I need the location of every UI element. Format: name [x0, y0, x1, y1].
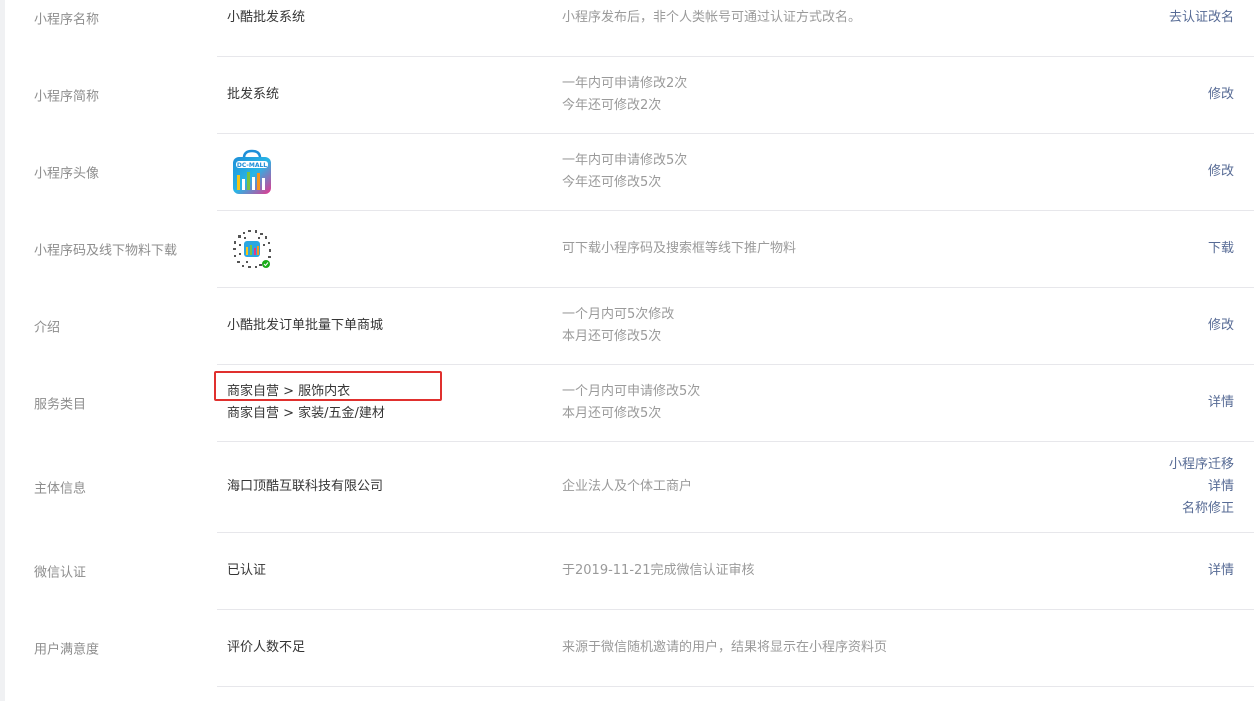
settings-panel: 小程序名称 小酷批发系统 小程序发布后，非个人类帐号可通过认证方式改名。 去认证…: [5, 0, 1254, 701]
value-wechat-cert: 已认证: [227, 560, 266, 582]
value-entity-text: 海口顶酷互联科技有限公司: [227, 479, 384, 494]
desc-line-2: 今年还可修改5次: [562, 175, 662, 190]
desc-entity: 企业法人及个体工商户: [562, 476, 692, 498]
value-short-name-text: 批发系统: [227, 87, 280, 102]
value-intro: 小酷批发订单批量下单商城: [227, 315, 383, 337]
desc-line-1: 来源于微信随机邀请的用户，结果将显示在小程序资料页: [562, 640, 888, 655]
value-category: 商家自营 > 服饰内衣 商家自营 > 家装/五金/建材: [227, 381, 385, 425]
desc-qrcode: 可下载小程序码及搜索框等线下推广物料: [562, 238, 796, 260]
mini-program-code-icon: [229, 226, 275, 272]
actions-name: 去认证改名: [1169, 7, 1234, 29]
desc-intro: 一个月内可5次修改 本月还可修改5次: [562, 304, 674, 348]
certify-rename-link[interactable]: 去认证改名: [1169, 7, 1234, 29]
row-name: 小程序名称 小酷批发系统 小程序发布后，非个人类帐号可通过认证方式改名。 去认证…: [5, 0, 1254, 57]
cert-details-link[interactable]: 详情: [1208, 560, 1234, 582]
desc-line-2: 本月还可修改5次: [562, 329, 662, 344]
row-short-name: 小程序简称 批发系统 一年内可申请修改2次 今年还可修改2次 修改: [5, 57, 1254, 134]
desc-wechat-cert: 于2019-11-21完成微信认证审核: [562, 560, 755, 582]
migrate-mini-program-link[interactable]: 小程序迁移: [1169, 454, 1234, 476]
value-satisfaction: 评价人数不足: [227, 637, 305, 659]
desc-line-1: 一年内可申请修改2次: [562, 76, 688, 91]
label-category: 服务类目: [34, 397, 87, 413]
actions-wechat-cert: 详情: [1208, 560, 1234, 582]
desc-short-name: 一年内可申请修改2次 今年还可修改2次: [562, 73, 687, 117]
row-satisfaction: 用户满意度 评价人数不足 来源于微信随机邀请的用户，结果将显示在小程序资料页: [5, 610, 1254, 687]
label-satisfaction: 用户满意度: [34, 642, 100, 658]
entity-details-link[interactable]: 详情: [1169, 476, 1234, 498]
desc-line-1: 于2019-11-21完成微信认证审核: [562, 563, 755, 578]
label-name: 小程序名称: [34, 12, 100, 28]
edit-avatar-link[interactable]: 修改: [1208, 161, 1234, 183]
row-qrcode: 小程序码及线下物料下载 可下载小程序码及搜索框等线下推广物料 下载: [5, 211, 1254, 288]
value-short-name: 批发系统: [227, 84, 279, 106]
value-entity: 海口顶酷互联科技有限公司: [227, 476, 383, 498]
label-avatar: 小程序头像: [34, 166, 100, 182]
value-wechat-cert-text: 已认证: [227, 563, 267, 578]
desc-line-1: 一个月内可申请修改5次: [562, 384, 701, 399]
desc-satisfaction: 来源于微信随机邀请的用户，结果将显示在小程序资料页: [562, 637, 887, 659]
desc-line-1: 可下载小程序码及搜索框等线下推广物料: [562, 241, 797, 256]
row-intro: 介绍 小酷批发订单批量下单商城 一个月内可5次修改 本月还可修改5次 修改: [5, 288, 1254, 365]
edit-intro-link[interactable]: 修改: [1208, 315, 1234, 337]
category-details-link[interactable]: 详情: [1208, 392, 1234, 414]
divider: [217, 686, 1254, 687]
label-intro: 介绍: [34, 320, 61, 336]
row-entity: 主体信息 海口顶酷互联科技有限公司 企业法人及个体工商户 小程序迁移 详情 名称…: [5, 442, 1254, 533]
desc-name-line: 小程序发布后，非个人类帐号可通过认证方式改名。: [562, 10, 862, 25]
label-wechat-cert: 微信认证: [34, 565, 87, 581]
value-intro-text: 小酷批发订单批量下单商城: [227, 318, 384, 333]
edit-short-name-link[interactable]: 修改: [1208, 84, 1234, 106]
value-name-text: 小酷批发系统: [227, 10, 306, 25]
label-entity: 主体信息: [34, 481, 87, 497]
desc-category: 一个月内可申请修改5次 本月还可修改5次: [562, 381, 700, 425]
actions-intro: 修改: [1208, 315, 1234, 337]
desc-line-2: 本月还可修改5次: [562, 406, 662, 421]
name-correction-link[interactable]: 名称修正: [1169, 498, 1234, 520]
app-avatar-image: DC-MALL: [233, 149, 271, 194]
actions-short-name: 修改: [1208, 84, 1234, 106]
category-item: 商家自营 > 服饰内衣: [227, 384, 351, 399]
row-avatar: 小程序头像 DC-MALL 一年内可申请修改5次 今年还可修改5次 修改: [5, 134, 1254, 211]
desc-line-2: 今年还可修改2次: [562, 98, 662, 113]
desc-name: 小程序发布后，非个人类帐号可通过认证方式改名。: [562, 7, 861, 29]
desc-line-1: 一个月内可5次修改: [562, 307, 675, 322]
value-satisfaction-text: 评价人数不足: [227, 640, 306, 655]
actions-qrcode: 下载: [1208, 238, 1234, 260]
row-wechat-cert: 微信认证 已认证 于2019-11-21完成微信认证审核 详情: [5, 533, 1254, 610]
value-name: 小酷批发系统: [227, 7, 305, 29]
category-item: 商家自营 > 家装/五金/建材: [227, 406, 385, 421]
actions-avatar: 修改: [1208, 161, 1234, 183]
label-short-name: 小程序简称: [34, 89, 100, 105]
download-link[interactable]: 下载: [1208, 238, 1234, 260]
actions-category: 详情: [1208, 392, 1234, 414]
desc-avatar: 一年内可申请修改5次 今年还可修改5次: [562, 150, 687, 194]
desc-line-1: 企业法人及个体工商户: [562, 479, 693, 494]
row-category: 服务类目 商家自营 > 服饰内衣 商家自营 > 家装/五金/建材 一个月内可申请…: [5, 365, 1254, 442]
desc-line-1: 一年内可申请修改5次: [562, 153, 688, 168]
actions-entity: 小程序迁移 详情 名称修正: [1169, 454, 1234, 520]
label-qrcode: 小程序码及线下物料下载: [34, 243, 178, 259]
avatar-logo-text: DC-MALL: [237, 162, 267, 169]
